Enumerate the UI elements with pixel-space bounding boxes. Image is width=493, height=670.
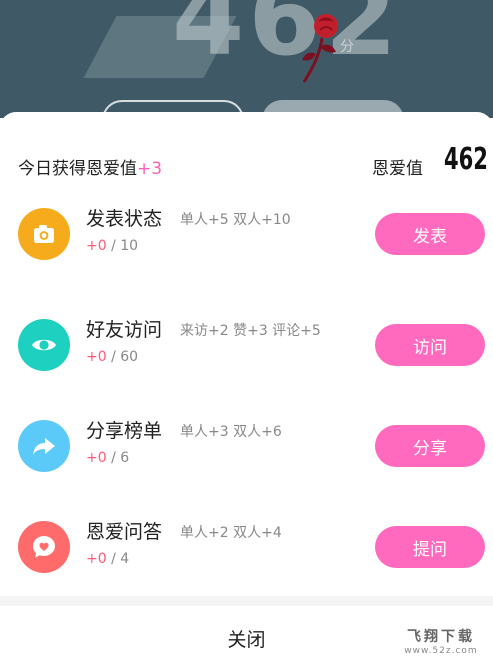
points-sheet: 今日获得恩爱值+3 恩爱值 462 发表状态 单人+5 双人+10 +0 / 1… — [0, 112, 493, 670]
watermark-url: www.52z.com — [404, 646, 478, 656]
task-love-qa: 恩爱问答 单人+2 双人+4 +0 / 4 提问 — [0, 507, 493, 587]
task-progress-limit: / 6 — [111, 450, 130, 466]
footer-divider — [0, 596, 493, 606]
big-score: 462 — [172, 0, 402, 79]
task-progress-limit: / 4 — [111, 551, 130, 567]
task-progress: +0 / 10 — [86, 238, 138, 254]
site-watermark: 飞翔下载 www.52z.com — [398, 626, 484, 656]
score-backdrop: 462 分 — [0, 0, 493, 118]
today-gain: 今日获得恩爱值+3 — [18, 154, 162, 179]
task-progress: +0 / 60 — [86, 349, 138, 365]
task-title: 好友访问 — [86, 319, 163, 341]
watermark-name: 飞翔下载 — [407, 629, 475, 645]
share-button[interactable]: 分享 — [375, 425, 485, 467]
task-progress-current: +0 — [86, 238, 107, 254]
share-arrow-icon — [18, 420, 70, 472]
task-reward-desc: 单人+5 双人+10 — [180, 212, 291, 228]
task-progress-limit: / 10 — [111, 238, 139, 254]
post-button[interactable]: 发表 — [375, 213, 485, 255]
today-gain-value: +3 — [137, 159, 163, 179]
task-title: 发表状态 — [86, 208, 163, 230]
ask-button[interactable]: 提问 — [375, 526, 485, 568]
task-title: 恩爱问答 — [86, 521, 163, 543]
task-progress: +0 / 6 — [86, 450, 129, 466]
task-reward-desc: 来访+2 赞+3 评论+5 — [180, 323, 321, 339]
task-share-ranking: 分享榜单 单人+3 双人+6 +0 / 6 分享 — [0, 406, 493, 486]
rose-icon — [302, 14, 338, 83]
score-label: 恩爱值 — [372, 159, 423, 179]
task-progress-current: +0 — [86, 551, 107, 567]
task-post-status: 发表状态 单人+5 双人+10 +0 / 10 发表 — [0, 194, 493, 274]
eye-icon — [18, 319, 70, 371]
visit-button[interactable]: 访问 — [375, 324, 485, 366]
task-title: 分享榜单 — [86, 420, 163, 442]
task-progress-limit: / 60 — [111, 349, 139, 365]
today-label: 今日获得恩爱值 — [18, 159, 137, 179]
task-reward-desc: 单人+3 双人+6 — [180, 424, 282, 440]
task-friend-visit: 好友访问 来访+2 赞+3 评论+5 +0 / 60 访问 — [0, 305, 493, 385]
task-progress: +0 / 4 — [86, 551, 129, 567]
camera-icon — [18, 208, 70, 260]
task-reward-desc: 单人+2 双人+4 — [180, 525, 282, 541]
score-value: 462 — [444, 142, 488, 177]
points-header: 今日获得恩爱值+3 恩爱值 462 — [0, 142, 493, 184]
task-progress-current: +0 — [86, 349, 107, 365]
heart-chat-icon — [18, 521, 70, 573]
task-progress-current: +0 — [86, 450, 107, 466]
